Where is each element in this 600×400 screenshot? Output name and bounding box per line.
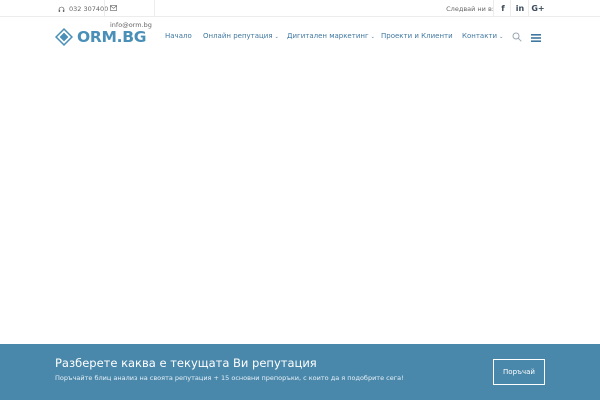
order-button[interactable]: Поръчай (493, 359, 545, 385)
nav-item-digital-marketing[interactable]: Дигитален маркетинг ⌄ (287, 32, 375, 40)
divider (510, 0, 511, 17)
nav-item-label: Проекти и Клиенти (381, 32, 453, 40)
phone-contact[interactable]: 032 307400 (58, 4, 108, 14)
envelope-icon[interactable] (110, 5, 117, 11)
nav-item-label: Онлайн репутация (203, 32, 273, 40)
nav-item-projects-clients[interactable]: Проекти и Клиенти (381, 32, 453, 40)
page-content (0, 58, 600, 344)
phone-number: 032 307400 (69, 5, 109, 13)
linkedin-icon[interactable]: in (512, 0, 528, 17)
nav-item-label: Дигитален маркетинг (287, 32, 369, 40)
site-logo[interactable]: ORM.BG (54, 27, 146, 47)
facebook-icon[interactable]: f (495, 0, 511, 17)
divider (154, 0, 155, 17)
search-icon[interactable] (512, 32, 522, 42)
nav-item-home[interactable]: Начало (165, 32, 192, 40)
chevron-down-icon: ⌄ (274, 34, 279, 40)
divider (493, 0, 494, 17)
chevron-down-icon: ⌄ (499, 34, 504, 40)
cta-banner: Разберете каква е текущата Ви репутация … (0, 344, 600, 400)
follow-label: Следвай ни в: (446, 5, 494, 13)
divider (104, 0, 105, 17)
nav-item-online-reputation[interactable]: Онлайн репутация ⌄ (203, 32, 279, 40)
divider (528, 0, 529, 17)
logo-mark-icon (55, 28, 73, 46)
nav-item-contacts[interactable]: Контакти ⌄ (462, 32, 503, 40)
google-plus-icon[interactable]: G+ (530, 0, 546, 17)
headset-icon (58, 6, 65, 12)
logo-text: ORM.BG (77, 28, 147, 46)
cta-title: Разберете каква е текущата Ви репутация (55, 356, 317, 370)
nav-item-label: Контакти (462, 32, 498, 40)
hamburger-menu-icon[interactable] (531, 34, 541, 42)
cta-subtitle: Поръчайте блиц анализ на своята репутаци… (55, 374, 404, 382)
nav-item-label: Начало (165, 32, 192, 40)
top-bar: 032 307400 Следвай ни в: f in G+ (0, 0, 600, 17)
chevron-down-icon: ⌄ (370, 34, 375, 40)
